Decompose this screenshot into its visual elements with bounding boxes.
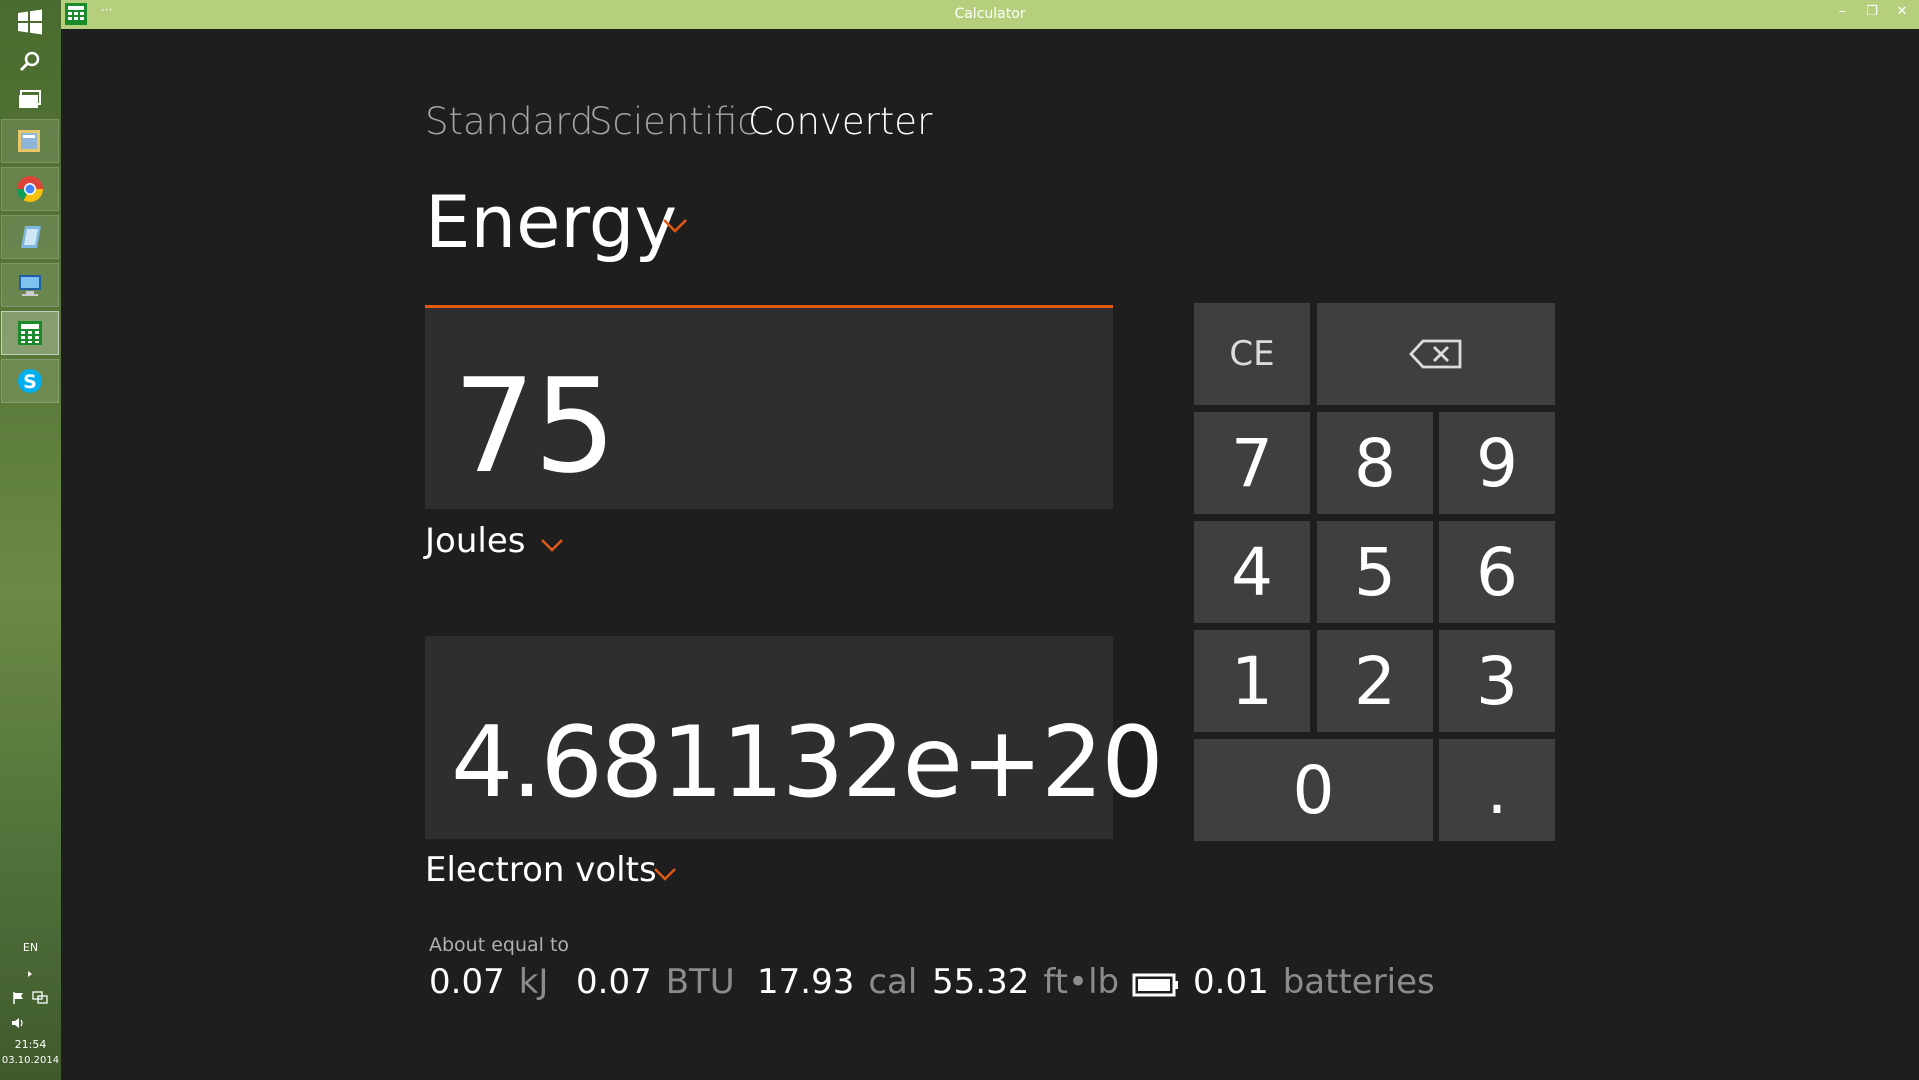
digit-8-button[interactable]: 8 [1317, 412, 1433, 514]
restore-button[interactable]: ❐ [1861, 4, 1883, 24]
to-unit-selector[interactable]: Electron volts [425, 850, 657, 890]
clock-time[interactable]: 21:54 [0, 1038, 61, 1051]
equiv-ftlb: 55.32 ft•lb [932, 962, 1120, 1002]
calculator-icon[interactable] [1, 311, 59, 355]
backspace-button[interactable] [1317, 303, 1555, 405]
from-value-field[interactable]: 75 [425, 305, 1113, 509]
digit-7-button[interactable]: 7 [1194, 412, 1310, 514]
battery-icon [1132, 973, 1178, 997]
close-button[interactable]: ✕ [1891, 4, 1913, 24]
digit-3-button[interactable]: 3 [1439, 630, 1555, 732]
equiv-btu: 0.07 BTU [576, 962, 735, 1002]
equiv-batteries: 0.01 batteries [1193, 962, 1435, 1002]
digit-1-button[interactable]: 1 [1194, 630, 1310, 732]
ce-button[interactable]: CE [1194, 303, 1310, 405]
to-value-field[interactable]: 4.681132e+20 [425, 636, 1164, 839]
about-equal-label: About equal to [429, 934, 570, 956]
title-bar[interactable]: ··· Calculator – ❐ ✕ [61, 0, 1919, 29]
volume-icon[interactable] [1, 1013, 59, 1033]
digit-0-button[interactable]: 0 [1194, 739, 1433, 841]
digit-6-button[interactable]: 6 [1439, 521, 1555, 623]
digit-4-button[interactable]: 4 [1194, 521, 1310, 623]
task-view-icon[interactable] [1, 78, 59, 122]
clock-date[interactable]: 03.10.2014 [0, 1055, 61, 1066]
equiv-kj: 0.07 kJ [429, 962, 549, 1002]
tab-converter[interactable]: Converter [748, 100, 932, 143]
minimize-button[interactable]: – [1831, 4, 1853, 24]
network-icon[interactable] [32, 990, 48, 1009]
backspace-icon [1409, 339, 1462, 369]
chrome-icon[interactable] [1, 167, 59, 211]
skype-icon[interactable]: S [1, 359, 59, 403]
flag-icon[interactable] [12, 990, 26, 1009]
language-indicator[interactable]: EN [0, 941, 61, 954]
window-title: Calculator [954, 6, 1026, 22]
to-value-display: 4.681132e+20 [451, 706, 1164, 820]
tab-standard[interactable]: Standard [425, 100, 593, 143]
category-selector-label[interactable]: Energy [425, 180, 677, 264]
remote-desktop-icon[interactable] [1, 263, 59, 307]
svg-text:S: S [23, 371, 37, 393]
from-unit-selector[interactable]: Joules [425, 521, 525, 561]
show-hidden-icons-icon[interactable] [1, 964, 59, 984]
tab-scientific[interactable]: Scientific [589, 100, 758, 143]
from-unit-chevron-down-icon[interactable] [540, 538, 564, 553]
taskbar: S EN 21:54 03.10.2014 [0, 0, 61, 1080]
from-value-display: 75 [453, 350, 616, 502]
decimal-point-button[interactable]: . [1439, 739, 1555, 841]
file-explorer-icon[interactable] [1, 119, 59, 163]
start-icon[interactable] [1, 0, 59, 44]
notepad-icon[interactable] [1, 215, 59, 259]
category-chevron-down-icon[interactable] [662, 218, 688, 234]
digit-5-button[interactable]: 5 [1317, 521, 1433, 623]
digit-2-button[interactable]: 2 [1317, 630, 1433, 732]
to-unit-chevron-down-icon[interactable] [653, 867, 677, 882]
equiv-cal: 17.93 cal [757, 962, 918, 1002]
system-tray [1, 988, 59, 1010]
digit-9-button[interactable]: 9 [1439, 412, 1555, 514]
